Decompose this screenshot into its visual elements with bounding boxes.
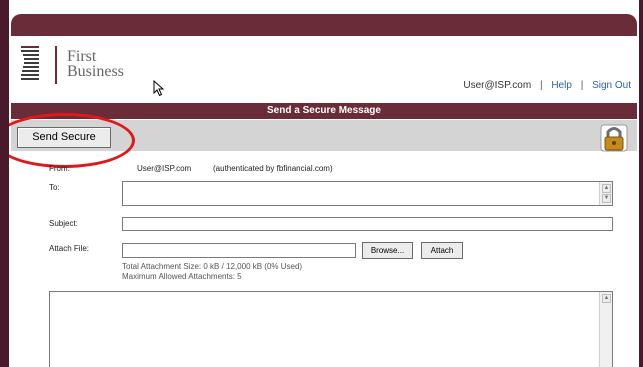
to-scrollbar[interactable]: ▲ ▼	[599, 182, 612, 205]
mouse-cursor-icon	[153, 80, 165, 97]
body-scrollbar[interactable]: ▲	[599, 292, 612, 367]
separator: |	[580, 80, 584, 91]
logo-text-first: First	[67, 48, 97, 65]
attach-button[interactable]: Attach	[421, 242, 463, 259]
separator: |	[539, 80, 543, 91]
window-border-right	[639, 0, 643, 367]
from-label: From:	[49, 164, 70, 173]
scroll-up-arrow-icon[interactable]: ▲	[602, 294, 611, 303]
subject-label: Subject:	[49, 219, 78, 228]
scroll-down-arrow-icon[interactable]: ▼	[602, 194, 611, 203]
scroll-up-arrow-icon[interactable]: ▲	[602, 184, 611, 193]
attachment-size-note: Total Attachment Size: 0 kB / 12,000 kB …	[122, 262, 303, 271]
to-label: To:	[49, 183, 60, 192]
user-email: User@ISP.com	[463, 80, 532, 91]
from-value: User@ISP.com	[137, 164, 192, 173]
logo-text: First Business	[67, 48, 124, 80]
padlock-icon	[600, 124, 628, 152]
page-title: Send a Secure Message	[11, 103, 637, 119]
sign-out-link[interactable]: Sign Out	[592, 80, 631, 91]
logo-text-business: Business	[67, 63, 124, 80]
window-border-left	[0, 0, 9, 367]
user-links: User@ISP.com | Help | Sign Out	[463, 80, 631, 91]
message-body-field[interactable]: ▲	[49, 291, 613, 367]
attach-file-field[interactable]	[122, 243, 356, 258]
header-bar	[11, 14, 637, 36]
top-band	[0, 0, 643, 14]
attach-file-label: Attach File:	[49, 244, 90, 253]
from-auth-note: (authenticated by fbfinancial.com)	[213, 164, 333, 173]
to-field[interactable]: ▲ ▼	[122, 181, 613, 206]
send-secure-button[interactable]: Send Secure	[17, 127, 111, 148]
browse-button[interactable]: Browse...	[362, 242, 413, 259]
max-attachments-note: Maximum Allowed Attachments: 5	[122, 272, 242, 281]
help-link[interactable]: Help	[551, 80, 572, 91]
subject-field[interactable]	[122, 217, 613, 231]
app-window: First Business User@ISP.com | Help | Sig…	[0, 0, 643, 367]
